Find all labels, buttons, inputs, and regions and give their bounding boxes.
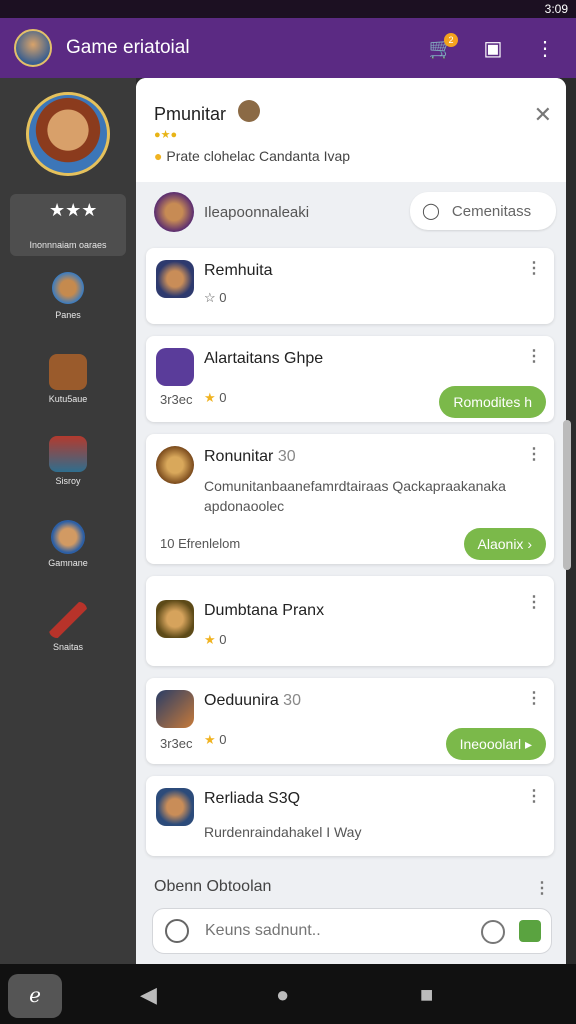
sidebar-item-label: Inonnnaiam oaraes xyxy=(29,240,107,250)
detail-panel: Pmunitar ●★● ● Prate clohelac Candanta I… xyxy=(136,78,566,964)
scrollbar[interactable] xyxy=(563,420,571,570)
avatar xyxy=(156,446,194,484)
sidebar-item-label: Gamnane xyxy=(48,558,88,568)
more-options-icon[interactable]: ⋮ xyxy=(526,346,542,366)
sidebar: ★★★ Inonnnaiam oaraes Panes Kutu5aue Sis… xyxy=(0,78,136,964)
list-item[interactable]: Rerliada S3Q ⋮ Rurdenraindahakel I Way xyxy=(146,776,554,856)
cart-icon xyxy=(49,354,87,390)
card-stats: ★ 0 xyxy=(204,390,227,405)
card-name: Remhuita xyxy=(204,262,273,279)
sidebar-item-snaitas[interactable]: Snaitas xyxy=(10,602,126,652)
app-logo[interactable] xyxy=(14,29,52,67)
message-input[interactable] xyxy=(205,922,445,940)
weapon-icon xyxy=(49,602,87,638)
sidebar-item-label: Snaitas xyxy=(52,642,84,652)
profile-avatar[interactable] xyxy=(26,92,110,176)
panel-header: Pmunitar ●★● ● Prate clohelac Candanta I… xyxy=(136,78,566,182)
more-options-icon[interactable]: ⋮ xyxy=(526,258,542,278)
app-bar: Game eriatoial 🛒 2 ▣ ⋮ xyxy=(0,18,576,78)
action-button[interactable]: Alaonix › xyxy=(463,528,546,560)
avatar xyxy=(154,192,194,232)
search-row-name: Ileapoonnaleaki xyxy=(204,204,310,221)
star-icon[interactable]: ★ xyxy=(204,732,219,747)
card-meta: 3r3ec xyxy=(160,392,193,407)
card-body: Comunitanbaanefamrdtairaas Qackapraakana… xyxy=(204,478,506,514)
chest-icon xyxy=(49,436,87,472)
search-row: Ileapoonnaleaki ◯ Cemenitass xyxy=(146,188,556,240)
sidebar-item-panes[interactable]: Panes xyxy=(10,270,126,320)
avatar xyxy=(156,788,194,826)
camera-icon[interactable] xyxy=(165,919,189,943)
rating-stars: ●★● xyxy=(154,129,178,141)
close-icon[interactable]: ✕ xyxy=(534,102,552,128)
more-options-icon[interactable]: ⋮ xyxy=(526,444,542,464)
action-button[interactable]: Ineooolarl ▸ xyxy=(445,728,546,760)
back-icon[interactable]: ◀ xyxy=(140,982,157,1008)
coin-icon: ● xyxy=(154,148,167,164)
bookmark-icon[interactable]: ▣ xyxy=(476,31,510,65)
card-name: Rerliada S3Q xyxy=(204,790,301,807)
sidebar-item-game[interactable]: Gamnane xyxy=(10,520,126,568)
app-title: Game eriatoial xyxy=(66,37,190,58)
message-composer xyxy=(152,908,552,954)
avatar xyxy=(156,348,194,386)
card-stats: ☆ 0 xyxy=(204,290,227,305)
card-stats: ★ 0 xyxy=(204,632,227,647)
recents-icon[interactable]: ■ xyxy=(420,982,433,1008)
comments-button[interactable]: ◯ Cemenitass xyxy=(410,192,556,230)
list-item[interactable]: Oeduunira 30 ⋮ 3r3ec ★ 0 Ineooolarl ▸ xyxy=(146,678,554,764)
cart-badge: 2 xyxy=(444,33,458,47)
card-name: Ronunitar 30 xyxy=(204,448,296,465)
character-icon xyxy=(49,270,87,306)
sidebar-item-label: Panes xyxy=(55,310,81,320)
status-time: 3:09 xyxy=(544,2,568,16)
system-nav-bar: ℯ ◀ ● ■ xyxy=(0,964,576,1024)
app-switch-icon[interactable]: ℯ xyxy=(8,974,62,1018)
header-subtitle: ● Prate clohelac Candanta Ivap xyxy=(154,148,351,164)
list-item[interactable]: Remhuita ⋮ ☆ 0 xyxy=(146,248,554,324)
more-options-icon[interactable]: ⋮ xyxy=(526,786,542,806)
avatar xyxy=(156,600,194,638)
card-name: Dumbtana Pranx xyxy=(204,602,325,619)
emoji-icon[interactable] xyxy=(481,920,505,944)
more-options-icon[interactable]: ⋮ xyxy=(526,688,542,708)
action-button[interactable]: Romodites h xyxy=(439,386,546,418)
card-name: Oeduunira 30 xyxy=(204,692,301,709)
star-outline-icon[interactable]: ☆ xyxy=(204,290,219,305)
profile-icon xyxy=(51,520,85,554)
list-item[interactable]: Ronunitar 30 ⋮ Comunitanbaanefamrdtairaa… xyxy=(146,434,554,564)
sidebar-item-cart[interactable]: Kutu5aue xyxy=(10,354,126,404)
sidebar-item-main[interactable]: ★★★ Inonnnaiam oaraes xyxy=(10,194,126,256)
comment-icon: ◯ xyxy=(422,203,440,220)
sidebar-item-story[interactable]: Sisroy xyxy=(10,436,126,486)
card-meta: 3r3ec xyxy=(160,736,193,751)
list-item[interactable]: Dumbtana Pranx ⋮ ★ 0 xyxy=(146,576,554,666)
more-options-icon[interactable]: ⋮ xyxy=(534,878,550,898)
more-options-icon[interactable]: ⋮ xyxy=(526,592,542,612)
stars-icon: ★★★ xyxy=(49,200,98,220)
home-icon[interactable]: ● xyxy=(276,982,289,1008)
card-name: Alartaitans Ghpe xyxy=(204,350,324,367)
cart-icon[interactable]: 🛒 2 xyxy=(424,31,458,65)
star-icon[interactable]: ★ xyxy=(204,632,219,647)
composer-label: Obenn Obtoolan xyxy=(154,878,272,895)
send-icon[interactable] xyxy=(519,920,541,942)
page-title: Pmunitar xyxy=(154,104,227,124)
card-body: Rurdenraindahakel I Way xyxy=(204,824,362,840)
star-icon[interactable]: ★ xyxy=(204,390,219,405)
sidebar-item-label: Kutu5aue xyxy=(48,394,88,404)
list-item[interactable]: Alartaitans Ghpe ⋮ 3r3ec ★ 0 Romodites h xyxy=(146,336,554,422)
more-options-icon[interactable]: ⋮ xyxy=(528,31,562,65)
sidebar-item-label: Sisroy xyxy=(55,476,81,486)
status-bar: 3:09 xyxy=(0,0,576,18)
card-meta: 10 Efrenlelom xyxy=(160,536,241,551)
avatar xyxy=(156,690,194,728)
avatar xyxy=(156,260,194,298)
card-stats: ★ 0 xyxy=(204,732,227,747)
header-avatar xyxy=(238,100,260,122)
